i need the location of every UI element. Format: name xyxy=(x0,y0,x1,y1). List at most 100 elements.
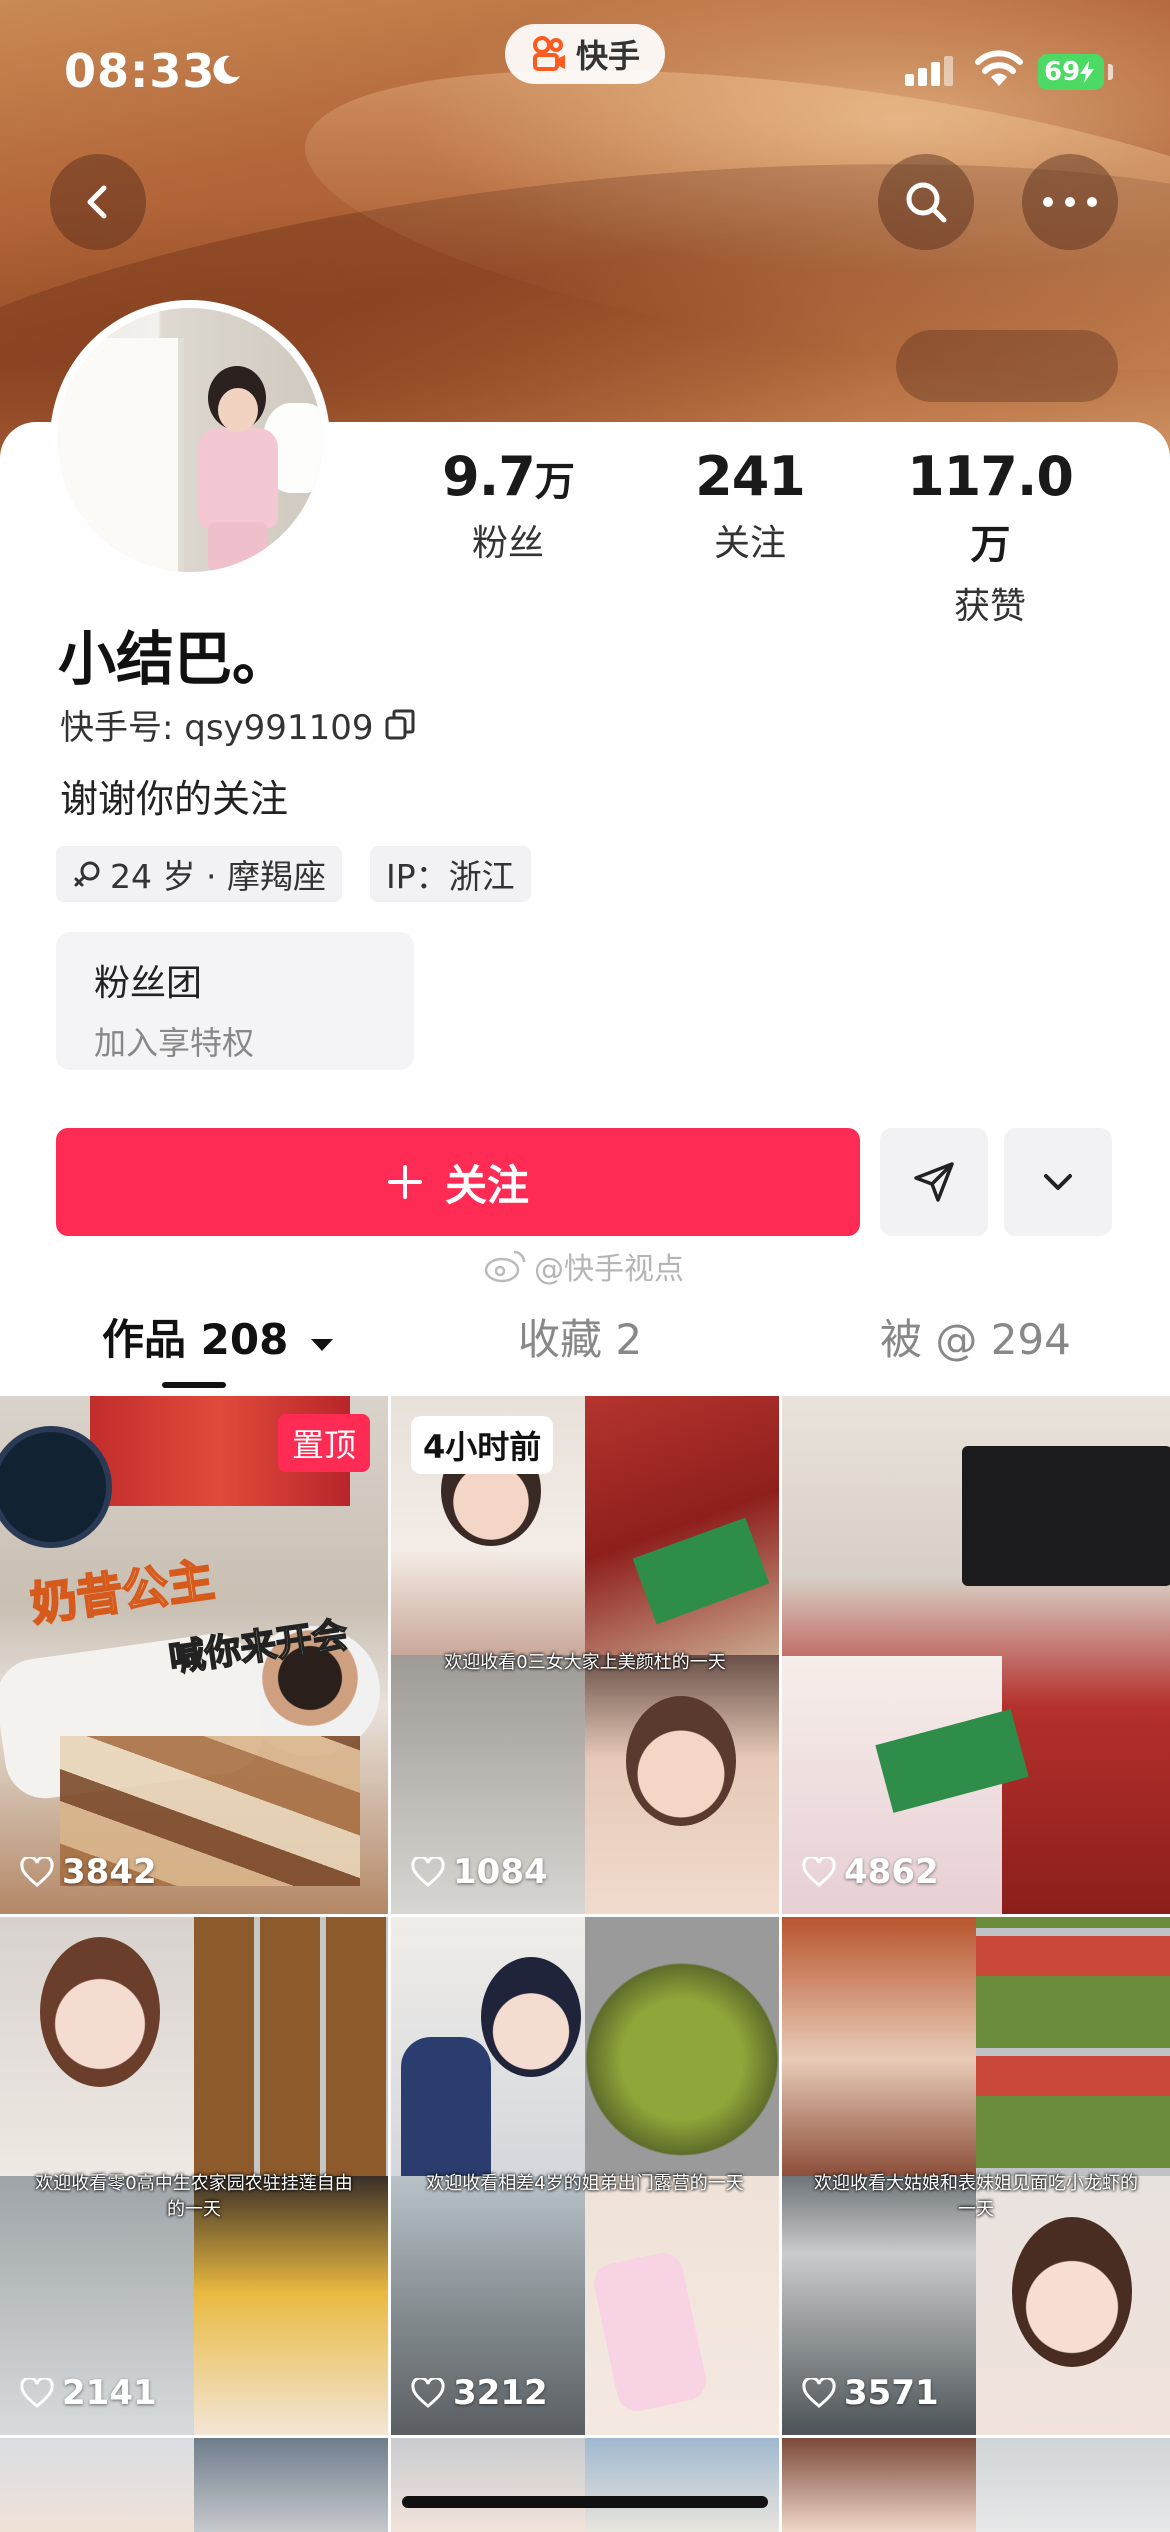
video-card[interactable]: 4862 xyxy=(782,1396,1170,1914)
video-thumbnail xyxy=(194,2438,388,2532)
status-time: 08:33 xyxy=(64,44,216,98)
app-indicator-pill[interactable]: 快手 xyxy=(505,24,665,84)
kuaishou-id[interactable]: 快手号: qsy991109 xyxy=(60,700,417,749)
like-count-text: 3571 xyxy=(844,2373,939,2413)
follow-label: 关注 xyxy=(444,1160,529,1210)
age-zodiac-tag: 24 岁 · 摩羯座 xyxy=(56,846,342,902)
video-card[interactable] xyxy=(0,2438,388,2532)
heart-icon xyxy=(20,1857,54,1887)
search-icon xyxy=(906,182,947,223)
video-card[interactable]: 奶昔公主 喊你来开会 置顶 3842 xyxy=(0,1396,388,1914)
share-button[interactable] xyxy=(880,1128,988,1236)
like-count: 3842 xyxy=(20,1852,157,1892)
weibo-logo-icon xyxy=(484,1250,526,1283)
stat-label: 粉丝 xyxy=(471,523,544,564)
pinned-badge: 置顶 xyxy=(277,1414,370,1472)
video-card[interactable] xyxy=(782,2438,1170,2532)
search-button[interactable] xyxy=(878,154,974,250)
stat-following[interactable]: 241 关注 xyxy=(650,445,850,566)
profile-name: 小结巴。 xyxy=(58,625,291,693)
video-card[interactable]: 欢迎收看相差4岁的姐弟出门露营的一天 3212 xyxy=(391,1917,779,2435)
video-caption: 欢迎收看零0高中生农家园农驻挂莲自由的一天 xyxy=(35,2173,353,2220)
video-thumbnail-q1 xyxy=(782,1917,976,2176)
tab-works[interactable]: 作品 208 xyxy=(102,1306,335,1367)
face-decor xyxy=(481,1957,581,2077)
cellular-signal-icon xyxy=(905,56,953,86)
video-card[interactable]: 欢迎收看零0高中生农家园农驻挂莲自由的一天 2141 xyxy=(0,1917,388,2435)
fan-club-subtitle: 加入享特权 xyxy=(94,1024,255,1062)
video-thumbnail-q2 xyxy=(585,1917,779,2176)
more-dots-icon xyxy=(1043,197,1097,207)
face-decor xyxy=(1012,2217,1132,2367)
stat-likes[interactable]: 117.0万 获赞 xyxy=(890,445,1090,629)
kuaishou-id-text: 快手号: qsy991109 xyxy=(60,708,374,748)
fan-club-card[interactable]: 粉丝团 加入享特权 xyxy=(56,932,414,1070)
heart-icon xyxy=(802,1857,836,1887)
person-decor xyxy=(401,2037,491,2177)
chevron-down-icon xyxy=(1044,1174,1072,1190)
tab-mentions[interactable]: 被 @ 294 xyxy=(880,1306,1071,1367)
like-count: 2141 xyxy=(20,2373,157,2413)
video-card[interactable] xyxy=(391,2438,779,2532)
like-count-text: 3212 xyxy=(453,2373,548,2413)
like-count-text: 3842 xyxy=(62,1852,157,1892)
video-thumbnail xyxy=(391,2438,585,2532)
avatar-child-body xyxy=(198,428,278,528)
video-thumbnail-q2 xyxy=(976,1917,1170,2176)
banner-action-pill[interactable] xyxy=(896,330,1118,402)
heart-icon xyxy=(411,1857,445,1887)
watermark-text: @快手视点 xyxy=(534,1252,684,1287)
copy-icon[interactable] xyxy=(383,708,417,742)
video-card[interactable]: 欢迎收看0三女大家上美颜杜的一天 4小时前 1084 xyxy=(391,1396,779,1914)
charging-bolt-icon xyxy=(1080,61,1095,83)
caret-down-icon xyxy=(310,1339,333,1351)
stat-label: 获赞 xyxy=(953,586,1026,627)
tab-label: 作品 208 xyxy=(102,1315,289,1364)
like-count-text: 2141 xyxy=(62,2373,157,2413)
profile-bio: 谢谢你的关注 xyxy=(60,777,289,821)
video-thumbnail xyxy=(976,2438,1170,2532)
battery-indicator: 69 xyxy=(1038,54,1104,90)
video-thumbnail xyxy=(0,2438,194,2532)
age-zodiac-text: 24 岁 · 摩羯座 xyxy=(110,857,326,896)
like-count-text: 4862 xyxy=(844,1852,939,1892)
stat-label: 关注 xyxy=(713,523,786,564)
time-badge: 4小时前 xyxy=(411,1416,554,1474)
home-indicator[interactable] xyxy=(402,2496,768,2508)
watermark: @快手视点 xyxy=(484,1244,684,1288)
avatar-image xyxy=(58,308,322,572)
heart-icon xyxy=(20,2378,54,2408)
tab-favorites[interactable]: 收藏 2 xyxy=(518,1306,642,1367)
video-card[interactable]: 欢迎收看大姑娘和表妹姐见面吃小龙虾的一天 3571 xyxy=(782,1917,1170,2435)
back-button[interactable] xyxy=(50,154,146,250)
like-count: 1084 xyxy=(411,1852,548,1892)
ip-location-text: IP：浙江 xyxy=(386,857,515,896)
kuaishou-logo-icon xyxy=(532,36,565,71)
video-caption: 欢迎收看相差4岁的姐弟出门露营的一天 xyxy=(426,2173,744,2194)
video-thumbnail-q2 xyxy=(194,1917,388,2176)
video-caption: 欢迎收看大姑娘和表妹姐见面吃小龙虾的一天 xyxy=(814,2173,1138,2220)
face-decor xyxy=(626,1696,736,1826)
recommend-expand-button[interactable] xyxy=(1004,1128,1112,1236)
plus-icon xyxy=(387,1165,422,1199)
ip-location-tag: IP：浙江 xyxy=(370,846,531,902)
video-caption: 欢迎收看0三女大家上美颜杜的一天 xyxy=(444,1652,726,1673)
stat-value: 241 xyxy=(695,445,806,508)
tv-decor xyxy=(962,1446,1170,1586)
more-options-button[interactable] xyxy=(1022,154,1118,250)
battery-level: 69 xyxy=(1044,57,1081,87)
fan-club-title: 粉丝团 xyxy=(94,963,203,1004)
app-name: 快手 xyxy=(575,37,640,75)
avatar-child-legs xyxy=(208,522,268,572)
avatar-child-face xyxy=(218,388,258,432)
stat-value: 117.0万 xyxy=(907,445,1074,568)
like-count: 3571 xyxy=(802,2373,939,2413)
battery-tip xyxy=(1108,64,1113,80)
follow-button[interactable]: 关注 xyxy=(56,1128,860,1236)
avatar[interactable] xyxy=(50,300,330,580)
active-tab-indicator xyxy=(162,1382,226,1388)
stat-followers[interactable]: 9.7万 粉丝 xyxy=(408,445,608,566)
face-decor xyxy=(40,1937,160,2087)
send-icon xyxy=(914,1162,954,1202)
stat-value: 9.7万 xyxy=(442,445,575,508)
